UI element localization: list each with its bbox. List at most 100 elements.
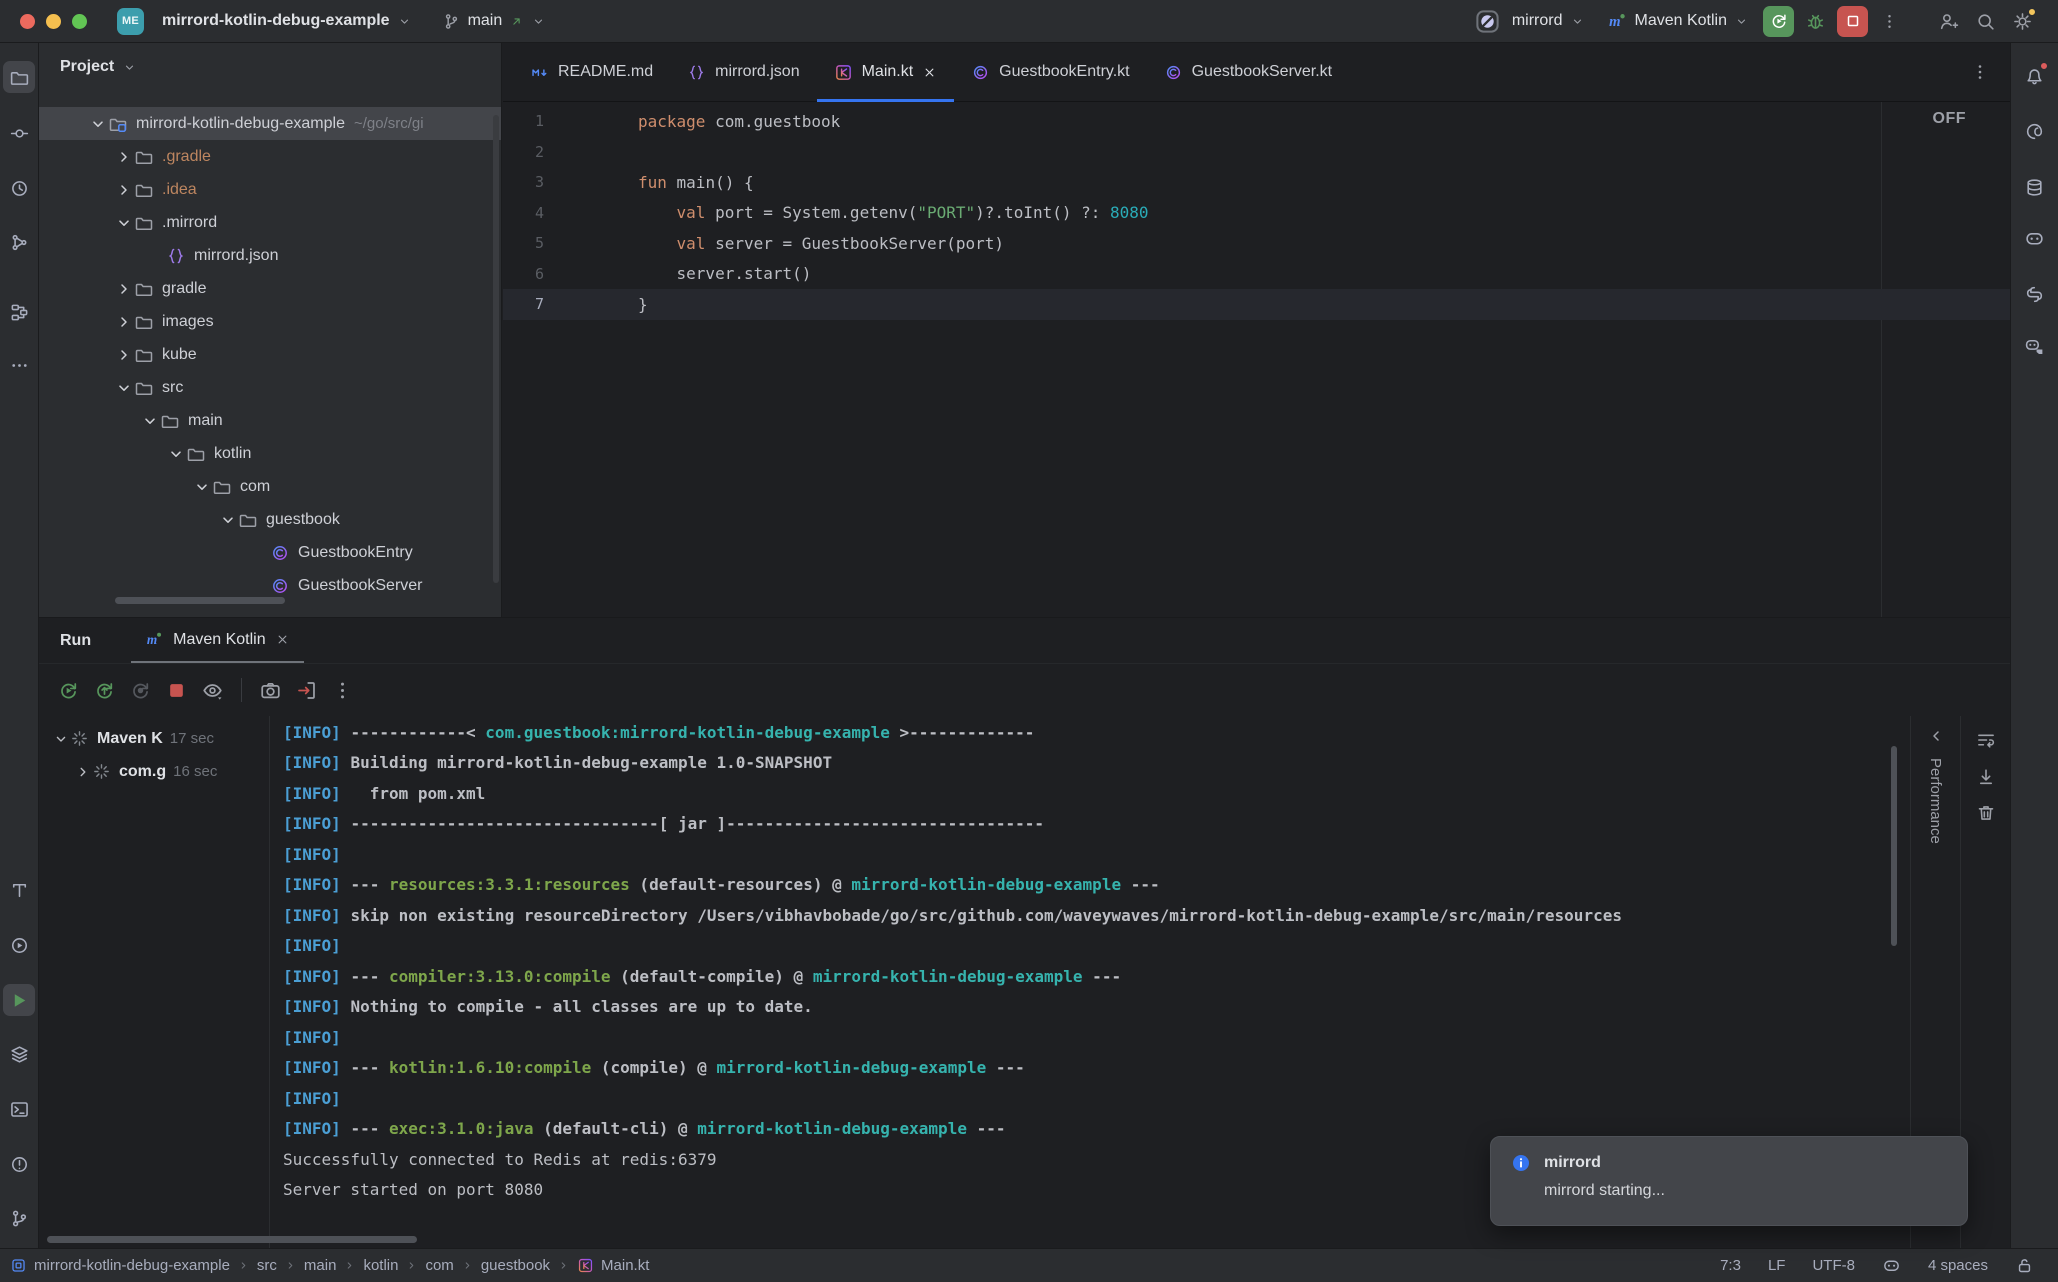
stripe-button-structure[interactable] [3, 296, 35, 328]
breadcrumb-item[interactable]: main [304, 1257, 337, 1274]
project-name-widget[interactable]: mirrord-kotlin-debug-example [154, 7, 420, 35]
copilot-status-icon[interactable] [1882, 1256, 1901, 1275]
tree-item--idea[interactable]: .idea [39, 173, 501, 206]
tab-guestbookentry-kt[interactable]: GuestbookEntry.kt [954, 43, 1146, 101]
code-with-me-button[interactable] [1933, 6, 1964, 37]
tree-item-kube[interactable]: kube [39, 338, 501, 371]
stripe-button-more-horizontal[interactable] [3, 349, 35, 381]
run-tree-item[interactable]: com.g16 sec [39, 755, 269, 788]
stripe-button-git-branch[interactable] [3, 1202, 35, 1234]
tree-item-images[interactable]: images [39, 305, 501, 338]
code-line-7[interactable]: 7} [503, 289, 2010, 320]
stripe-button-ai-assistant[interactable] [2019, 115, 2051, 147]
chevron-down-icon[interactable] [140, 411, 160, 431]
chevron-right-icon[interactable] [114, 312, 134, 332]
code-line-1[interactable]: 1package com.guestbook [503, 106, 2010, 137]
stripe-button-todo[interactable] [3, 874, 35, 906]
more-vertical-button[interactable] [331, 679, 354, 702]
encoding-widget[interactable]: UTF-8 [1812, 1257, 1855, 1274]
breadcrumb-item[interactable]: src [257, 1257, 277, 1274]
close-icon[interactable] [922, 65, 937, 80]
project-panel-header[interactable]: Project [39, 43, 501, 91]
stripe-button-history[interactable] [3, 172, 35, 204]
tree-item--gradle[interactable]: .gradle [39, 140, 501, 173]
eye-button[interactable] [201, 679, 224, 702]
chevron-down-icon[interactable] [88, 114, 108, 134]
tab-readme-md[interactable]: README.md [513, 43, 670, 101]
notification-toast[interactable]: mirrord mirrord starting... [1490, 1136, 1968, 1226]
close-icon[interactable] [275, 632, 290, 647]
soft-wrap-button[interactable] [1975, 730, 1996, 751]
tree-item-src[interactable]: src [39, 371, 501, 404]
caret-position-widget[interactable]: 7:3 [1720, 1257, 1741, 1274]
tab-main-kt[interactable]: Main.kt [817, 43, 955, 101]
import-button[interactable] [295, 679, 318, 702]
restart-disabled-button[interactable] [129, 679, 152, 702]
code-line-2[interactable]: 2 [503, 137, 2010, 168]
tree-item-main[interactable]: main [39, 404, 501, 437]
breadcrumb-item[interactable]: mirrord-kotlin-debug-example [34, 1257, 230, 1274]
chevron-right-icon[interactable] [114, 147, 134, 167]
code-line-4[interactable]: 4 val port = System.getenv("PORT")?.toIn… [503, 198, 2010, 229]
stripe-button-database[interactable] [2019, 171, 2051, 203]
tree-item-guestbookentry[interactable]: GuestbookEntry [39, 536, 501, 569]
branch-widget[interactable]: main [434, 7, 555, 36]
trash-button[interactable] [1975, 803, 1996, 824]
tab-guestbookserver-kt[interactable]: GuestbookServer.kt [1147, 43, 1350, 101]
tab-options-icon[interactable] [1970, 62, 1990, 82]
stripe-button-layers[interactable] [3, 1038, 35, 1070]
indent-widget[interactable]: 4 spaces [1928, 1257, 1988, 1274]
close-window-button[interactable] [20, 14, 35, 29]
rerun-button[interactable] [57, 679, 80, 702]
console-vertical-scrollbar[interactable] [1891, 746, 1897, 946]
stripe-button-commit[interactable] [3, 117, 35, 149]
run-tree-item[interactable]: Maven K17 sec [39, 722, 269, 755]
breadcrumb-item[interactable]: Main.kt [601, 1257, 649, 1274]
stop-button[interactable] [1837, 6, 1868, 37]
rerun-up-button[interactable] [93, 679, 116, 702]
stripe-button-notifications-bell[interactable] [2019, 59, 2051, 91]
breadcrumb-item[interactable]: kotlin [363, 1257, 398, 1274]
code-editor[interactable]: OFF 1package com.guestbook23fun main() {… [503, 102, 2010, 617]
stripe-button-problems[interactable] [3, 1148, 35, 1180]
tab-mirrord-json[interactable]: mirrord.json [670, 43, 816, 101]
chevron-down-icon[interactable] [192, 477, 212, 497]
stripe-button-services[interactable] [3, 929, 35, 961]
mirrord-selector[interactable]: mirrord [1466, 3, 1593, 40]
code-line-6[interactable]: 6 server.start() [503, 259, 2010, 290]
collapse-icon[interactable] [1926, 726, 1946, 746]
unlock-icon[interactable] [2015, 1256, 2034, 1275]
tree-item--mirrord[interactable]: .mirrord [39, 206, 501, 239]
console-horizontal-scrollbar[interactable] [47, 1236, 417, 1243]
stripe-button-copilot[interactable] [2019, 222, 2051, 254]
chevron-right-icon[interactable] [74, 763, 92, 781]
stripe-button-project-folder[interactable] [3, 61, 35, 93]
more-actions-button[interactable] [1874, 6, 1905, 37]
breadcrumb-item[interactable]: com [425, 1257, 453, 1274]
chevron-right-icon[interactable] [114, 279, 134, 299]
breadcrumb-item[interactable]: guestbook [481, 1257, 550, 1274]
chevron-down-icon[interactable] [52, 730, 70, 748]
tree-item-guestbook[interactable]: guestbook [39, 503, 501, 536]
stripe-button-python[interactable] [2019, 278, 2051, 310]
project-vertical-scrollbar[interactable] [493, 115, 499, 583]
rerun-button[interactable] [1763, 6, 1794, 37]
stripe-button-vcs-nodes[interactable] [3, 226, 35, 258]
stop-filled-button[interactable] [165, 679, 188, 702]
chevron-down-icon[interactable] [166, 444, 186, 464]
chevron-right-icon[interactable] [114, 345, 134, 365]
tree-item-kotlin[interactable]: kotlin [39, 437, 501, 470]
line-separator-widget[interactable]: LF [1768, 1257, 1786, 1274]
chevron-down-icon[interactable] [114, 213, 134, 233]
tree-item-mirrord-kotlin-debug-example[interactable]: mirrord-kotlin-debug-example~/go/src/gi [39, 107, 501, 140]
project-horizontal-scrollbar[interactable] [115, 597, 285, 604]
performance-tab-label[interactable]: Performance [1927, 758, 1944, 844]
minimize-window-button[interactable] [46, 14, 61, 29]
chevron-right-icon[interactable] [114, 180, 134, 200]
debug-button[interactable] [1800, 6, 1831, 37]
tree-item-mirrord-json[interactable]: mirrord.json [39, 239, 501, 272]
chevron-down-icon[interactable] [114, 378, 134, 398]
tree-item-gradle[interactable]: gradle [39, 272, 501, 305]
stripe-button-run-play[interactable] [3, 984, 35, 1016]
chevron-down-icon[interactable] [218, 510, 238, 530]
